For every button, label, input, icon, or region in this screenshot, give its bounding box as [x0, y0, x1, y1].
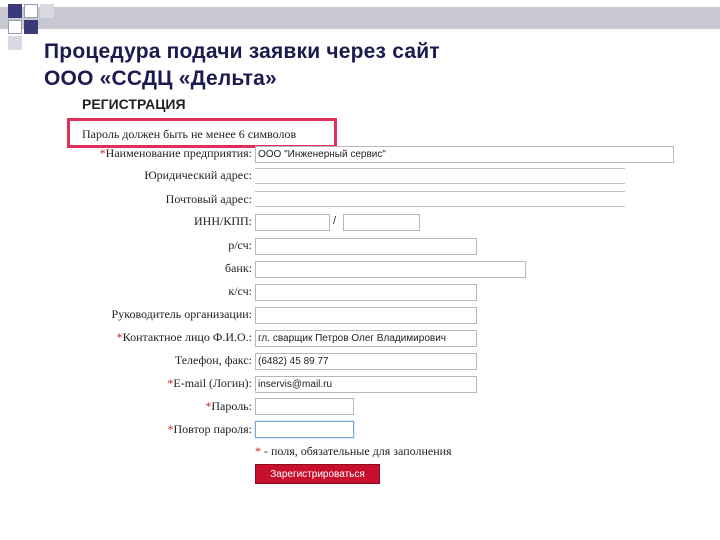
bank-label: банк:	[224, 261, 252, 275]
slide-title-line1: Процедура подачи заявки через сайт	[44, 40, 440, 63]
postal-address-input-top	[255, 191, 625, 192]
slide-title-line2: ООО «ССДЦ «Дельта»	[44, 67, 277, 90]
slide-title: Процедура подачи заявки через сайт ООО «…	[44, 38, 440, 92]
register-button[interactable]: Зарегистрироваться	[255, 464, 380, 484]
kpp-input[interactable]	[343, 214, 420, 231]
inn-kpp-separator: /	[333, 215, 337, 227]
password-repeat-input[interactable]	[255, 421, 354, 438]
email-input[interactable]: inservis@mail.ru	[255, 376, 477, 393]
inn-kpp-label: ИНН/КПП:	[193, 214, 252, 228]
legal-address-input[interactable]	[255, 183, 625, 184]
decorative-header-bar	[0, 7, 720, 29]
legal-address-input-top	[255, 168, 625, 169]
password-label: *Пароль:	[205, 399, 252, 413]
decorative-square	[8, 20, 22, 34]
bank-input[interactable]	[255, 261, 526, 278]
password-repeat-label: *Повтор пароля:	[167, 422, 252, 436]
decorative-square	[8, 4, 22, 18]
decorative-square	[24, 20, 38, 34]
email-label: *E-mail (Логин):	[167, 376, 252, 390]
company-name-label: *Наименование предприятия:	[99, 146, 252, 160]
password-note: Пароль должен быть не менее 6 символов	[82, 127, 297, 141]
company-name-input[interactable]: ООО "Инженерный сервис"	[255, 146, 674, 163]
decorative-square	[40, 4, 54, 18]
contact-person-input[interactable]: гл. сварщик Петров Олег Владимирович	[255, 330, 477, 347]
corr-account-label: к/сч:	[228, 284, 252, 298]
phone-fax-input[interactable]: (6482) 45 89 77	[255, 353, 477, 370]
contact-person-label: *Контактное лицо Ф.И.О.:	[116, 330, 252, 344]
account-input[interactable]	[255, 238, 477, 255]
password-input[interactable]	[255, 398, 354, 415]
director-label: Руководитель организации:	[111, 307, 252, 321]
inn-input[interactable]	[255, 214, 330, 231]
required-fields-note: * - поля, обязательные для заполнения	[255, 444, 452, 458]
phone-fax-label: Телефон, факс:	[174, 353, 252, 367]
postal-address-label: Почтовый адрес:	[165, 192, 252, 206]
form-heading: РЕГИСТРАЦИЯ	[82, 96, 186, 112]
director-input[interactable]	[255, 307, 477, 324]
postal-address-input[interactable]	[255, 206, 625, 207]
decorative-square	[8, 36, 22, 50]
corr-account-input[interactable]	[255, 284, 477, 301]
decorative-square	[24, 4, 38, 18]
legal-address-label: Юридический адрес:	[144, 168, 252, 182]
account-label: р/сч:	[228, 238, 252, 252]
